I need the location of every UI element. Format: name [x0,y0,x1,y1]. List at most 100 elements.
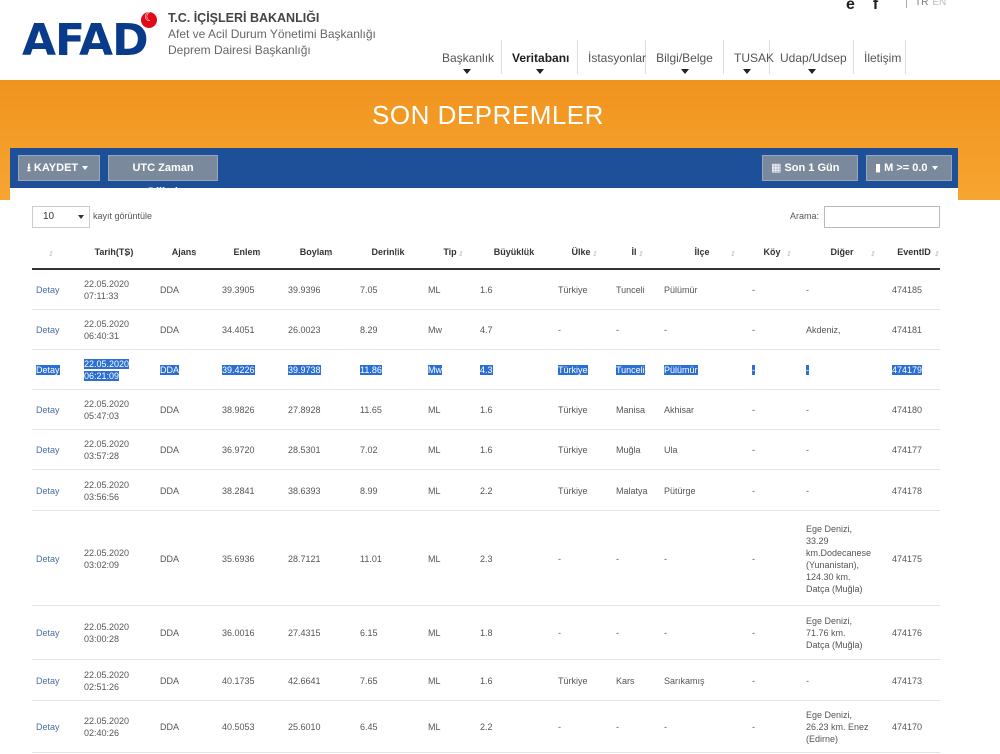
nav-item[interactable]: İstasyonlar [578,40,646,74]
column-header[interactable]: EventID [888,236,940,268]
cell-depth: 6.45 [360,721,378,733]
cell-other-line: 71.76 km. [806,628,846,638]
cell-agency: DDA [160,675,179,687]
save-label: KAYDET [33,162,79,174]
table-row[interactable]: Detay 22.05.2020 03:57:28 DDA 36.9720 28.5301… [32,430,940,470]
cell-event: 474180 [892,404,922,416]
detail-link[interactable]: Detay [36,485,60,497]
detail-link[interactable]: Detay [36,675,60,687]
cell-mag: 1.6 [480,284,493,296]
table-row[interactable]: Detay 22.05.2020 07:11:33 DDA 39.3905 39.9396… [32,270,940,310]
nav-item[interactable]: Bilgi/Belge [646,40,724,74]
column-header[interactable]: Derinlik [354,236,422,268]
cell-province: Tunceli [616,284,645,296]
cell-text: DDA [160,365,180,375]
cell-district: - [664,627,667,639]
cell-text: ML [428,445,441,455]
column-header[interactable]: Tip [426,236,474,268]
cell-lon: 38.6393 [288,485,321,497]
detail-link[interactable]: Detay [36,553,60,565]
nav-item[interactable]: İletişim [854,40,906,74]
detail-link[interactable]: Detay [36,721,60,733]
detail-link[interactable]: Detay [36,627,60,639]
cell-date: 22.05.2020 [84,319,130,329]
cell-date: 22.05.2020 [84,479,130,490]
detail-link[interactable]: Detay [36,284,60,296]
page-title: SON DEPREMLER [372,100,604,130]
lang-en[interactable]: EN [932,0,946,8]
cell-time: 06:21:09 [84,371,120,381]
cell-village: - [752,364,755,376]
nav-item-label: Bilgi/Belge [656,51,713,65]
cell-date: 22.05.2020 07:11:33 [84,278,129,302]
column-header[interactable]: Büyüklük [478,236,550,268]
column-header[interactable]: Ajans [156,236,212,268]
main-nav: Başkanlık Veritabanı İstasyonlar Bilgi/Belg… [432,40,906,74]
twitter-icon[interactable]: e [846,0,855,13]
cell-type: Mw [428,364,442,376]
cell-lat: 39.3905 [222,284,255,296]
cell-text: - [616,722,619,732]
nav-item-label: TUSAK [734,51,775,65]
afad-logo[interactable]: AFAD [22,18,149,64]
social-links: ef [846,0,896,14]
column-header[interactable]: Tarih(TS) [76,236,152,268]
cell-lon: 27.8928 [288,404,321,416]
cell-text: 474173 [892,675,923,686]
search-input[interactable] [824,206,940,228]
cell-text: Türkiye [558,445,588,455]
detail-link[interactable]: Detay [36,404,60,416]
cell-date: 22.05.2020 06:21:09 [84,358,130,382]
cell-text: Ula [664,445,678,455]
nav-item[interactable]: Başkanlık [432,40,502,74]
table-row[interactable]: Detay 22.05.2020 03:56:56 DDA 38.2841 38.6393… [32,470,940,511]
facebook-icon[interactable]: f [873,0,878,13]
nav-item[interactable]: Udap/Udsep [770,40,854,74]
cell-agency: DDA [160,404,179,416]
cell-text: Türkiye [558,675,588,686]
cell-type: ML [428,721,441,733]
column-header[interactable]: Ülke [554,236,608,268]
table-row[interactable]: Detay 22.05.2020 02:40:26 DDA 40.5053 25.6010… [32,701,940,753]
magnitude-filter-button[interactable]: ▮ M >= 0.0 [866,155,952,181]
table-row[interactable]: Detay 22.05.2020 02:51:26 DDA 40.1735 42.6641… [32,660,940,701]
table-row[interactable]: Detay 22.05.2020 06:40:31 DDA 34.4051 26.0023… [32,310,940,350]
cell-text: - [664,553,667,564]
detail-link[interactable]: Detay [36,364,60,376]
cell-text: 39.3905 [222,285,255,295]
cell-type: ML [428,284,441,296]
cell-district: Sarıkamış [664,675,705,687]
cell-event: 474178 [892,485,922,497]
page-length-value: 10 [43,211,55,222]
cell-agency: DDA [160,364,180,376]
column-header[interactable] [32,236,72,268]
cell-mag: 4.7 [480,324,493,336]
nav-item[interactable]: Veritabanı [502,40,578,74]
detail-link[interactable]: Detay [36,324,60,336]
page-length-select[interactable]: 10 [32,206,90,228]
nav-item[interactable]: TUSAK [724,40,774,74]
utc-timezone-button[interactable]: UTC Zaman Dilimi [108,155,218,198]
lang-tr[interactable]: TR [915,0,928,8]
cell-time: 07:11:33 [84,291,119,301]
table-row[interactable]: Detay 22.05.2020 03:02:09 DDA 35.6936 28.7121… [32,511,940,606]
cell-event: 474176 [892,627,922,639]
cell-date: 22.05.2020 03:56:56 [84,479,129,503]
cell-text: - [558,628,561,638]
column-header[interactable]: Enlem [216,236,278,268]
detail-link[interactable]: Detay [36,444,60,456]
earthquake-table: ↓↑ Tarih(TS) ↓↑ Ajans ↓↑ Enlem ↓↑ Boylam ↓↑ Derin… [32,236,940,753]
time-range-button[interactable]: ▦ Son 1 Gün [762,155,858,195]
cell-text: Manisa [616,405,646,415]
cell-agency: DDA [160,627,179,639]
cell-text: - [752,722,755,732]
table-row[interactable]: Detay 22.05.2020 03:00:28 DDA 36.0016 27.4315… [32,606,940,660]
column-header[interactable]: Boylam [282,236,350,268]
sort-icon: ↓↑ [192,248,198,258]
cell-text: Tunceli [616,365,645,375]
cell-text: - [752,325,755,335]
save-button[interactable]: ⭳ KAYDET [18,155,100,181]
table-row[interactable]: Detay 22.05.2020 06:21:09 DDA 39.4226 39.9738… [32,350,940,390]
table-row[interactable]: Detay 22.05.2020 05:47:03 DDA 38.9826 27.8928… [32,390,940,430]
column-header[interactable]: İl [612,236,656,268]
